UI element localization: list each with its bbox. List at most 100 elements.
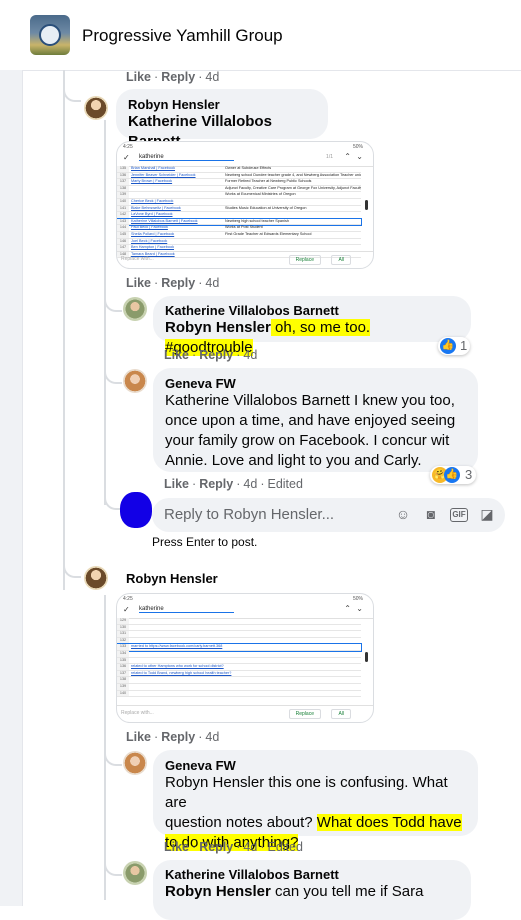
spreadsheet-row: 140 (117, 690, 361, 698)
comment-author[interactable]: Katherine Villalobos Barnett (165, 867, 459, 882)
timestamp[interactable]: 4d (243, 348, 257, 362)
like-link[interactable]: Like (126, 730, 151, 744)
avatar[interactable] (123, 369, 147, 393)
timestamp[interactable]: 4d (205, 730, 219, 744)
comment-author[interactable]: Robyn Hensler (126, 571, 218, 586)
spreadsheet-row: 139 (117, 683, 361, 691)
cell-a: Sheila Pollard | Facebook (131, 231, 175, 236)
spreadsheet-row: 138 Adjunct Faculty, Creative Care Progra… (117, 185, 361, 193)
status-battery: 50% (352, 144, 363, 150)
spreadsheet-row: 129 (117, 618, 361, 625)
scroll-rail[interactable] (0, 70, 23, 906)
avatar[interactable] (84, 96, 108, 120)
separator: · (198, 276, 203, 290)
timestamp[interactable]: 4d (205, 70, 219, 84)
like-link[interactable]: Like (126, 70, 151, 84)
group-title[interactable]: Progressive Yamhill Group (82, 26, 283, 46)
timestamp[interactable]: 4d (205, 276, 219, 290)
cell-b: Works at Post Student (225, 225, 263, 230)
reply-link[interactable]: Reply (199, 477, 233, 491)
replace-bar: Replace with... Replace All (117, 705, 373, 722)
like-link[interactable]: Like (164, 477, 189, 491)
group-header: Progressive Yamhill Group (0, 0, 521, 71)
sticker-icon[interactable]: ◪ (478, 505, 496, 523)
comment-actions: Like · Reply · 4d (126, 730, 219, 744)
spreadsheet-row: 133 married to https://www.facebook.com/c… (117, 643, 362, 652)
cell-b: Owner at Subdeuse Effects (225, 166, 272, 170)
attached-screenshot[interactable]: 4:25 50% ✓ katherine ⌃ ⌄ 129 130 131 132 133… (116, 593, 374, 723)
timestamp[interactable]: 4d (243, 477, 257, 491)
row-number: 146 (117, 238, 129, 245)
like-link[interactable]: Like (126, 276, 151, 290)
reply-link[interactable]: Reply (199, 348, 233, 362)
reply-link[interactable]: Reply (161, 70, 195, 84)
like-link[interactable]: Like (164, 348, 189, 362)
spreadsheet-row: 137 related to Todd Brand, newberg high s… (117, 670, 361, 678)
comment-author[interactable]: Katherine Villalobos Barnett (165, 303, 459, 318)
highlighted-text: What does Todd have (316, 814, 462, 831)
separator: · (154, 70, 159, 84)
avatar[interactable] (123, 861, 147, 885)
comment-author[interactable]: Robyn Hensler (128, 97, 316, 112)
row-number: 137 (117, 670, 129, 677)
separator: · (236, 348, 241, 362)
find-count: 1/1 (326, 154, 333, 160)
reply-link[interactable]: Reply (161, 730, 195, 744)
reaction-summary[interactable]: 👍 1 (438, 337, 470, 355)
row-number: 141 (117, 205, 129, 212)
thread-connector (63, 86, 81, 102)
reply-input[interactable]: Reply to Robyn Hensler... ☺ ◙ GIF ◪ (152, 498, 505, 532)
reply-link[interactable]: Reply (199, 840, 233, 854)
separator: · (236, 477, 241, 491)
mention-tag[interactable]: Robyn Hensler (165, 319, 271, 336)
status-time: 4:25 (123, 596, 133, 602)
comment-author[interactable]: Geneva FW (165, 758, 466, 773)
cell-b: Newberg school Dundee teacher grade 4, a… (225, 172, 361, 177)
camera-icon[interactable]: ◙ (422, 505, 440, 523)
like-link[interactable]: Like (164, 840, 189, 854)
cell-a: Blake Behnsweitz | Facebook (131, 205, 181, 210)
cell-b: Studies Music Education at University of… (225, 205, 307, 210)
thread-connector (104, 750, 122, 766)
cell-a: Jennifer Beaver Schneider | Facebook (131, 172, 196, 177)
spreadsheet-row: 143 Katherine Villalobos Barnett | Facebo… (117, 217, 362, 227)
thread-connector (104, 860, 122, 876)
spreadsheet-row: 146 Joel Beck | Facebook (117, 238, 361, 246)
reaction-count: 1 (460, 338, 468, 353)
separator: · (192, 477, 197, 491)
avatar[interactable] (123, 751, 147, 775)
chevron-down-icon: ⌄ (356, 604, 363, 613)
attached-screenshot[interactable]: 4:25 50% ✓ katherine 1/1 ⌃ ⌄ 135 Brian Ma… (116, 141, 374, 269)
avatar (120, 492, 152, 528)
spreadsheet-row: 145 Sheila Pollard | Facebook First Grade … (117, 231, 361, 239)
gif-icon[interactable]: GIF (450, 508, 468, 522)
comment-actions: Like · Reply · 4d (164, 348, 257, 362)
cell-a: Brian Marshall | Facebook (131, 166, 176, 170)
row-number: 137 (117, 179, 129, 185)
comment-text: Robyn Hensler can you tell me if Sara (165, 882, 459, 902)
cell-b: Former Retired Teacher at Newberg Public… (225, 179, 312, 184)
check-icon: ✓ (123, 605, 130, 614)
reply-link[interactable]: Reply (161, 276, 195, 290)
avatar[interactable] (84, 566, 108, 590)
spreadsheet-row: 138 (117, 677, 361, 684)
mention-tag[interactable]: Robyn Hensler (165, 883, 271, 900)
separator: · (198, 70, 203, 84)
spreadsheet-row: 137 Marty Brown | Facebook Former Retired … (117, 179, 361, 186)
group-avatar[interactable] (30, 15, 70, 55)
comment-text-line: question notes about? What does Todd hav… (165, 813, 466, 833)
avatar[interactable] (123, 297, 147, 321)
comment-bubble: Geneva FW Katherine Villalobos Barnett I… (153, 368, 478, 472)
cell-b: Newberg high school teacher Spanish (225, 218, 289, 223)
emoji-icon[interactable]: ☺ (394, 505, 412, 523)
spreadsheet-row: 130 (117, 624, 361, 632)
timestamp[interactable]: 4d (243, 840, 257, 854)
spreadsheet-row: 136 Jennifer Beaver Schneider | Facebook N… (117, 172, 361, 180)
reaction-summary[interactable]: 🤗 👍 3 (430, 466, 476, 484)
row-number: 139 (117, 192, 129, 198)
comment-bubble: Robyn Hensler Katherine Villalobos Barne… (116, 89, 328, 150)
row-number: 135 (117, 657, 129, 664)
row-number: 131 (117, 631, 129, 637)
find-bar: ✓ katherine ⌃ ⌄ (117, 604, 373, 619)
comment-author[interactable]: Geneva FW (165, 376, 466, 391)
